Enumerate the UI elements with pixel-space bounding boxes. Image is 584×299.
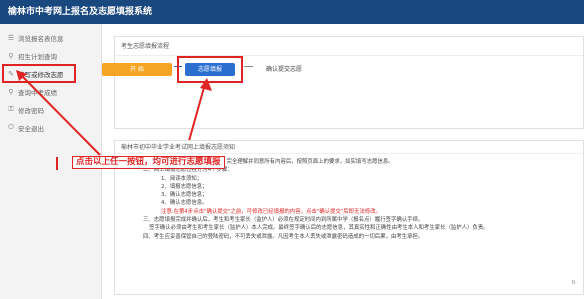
annotation-callout: 点击以上任一按钮，均可进行志愿填报 (72, 156, 225, 169)
notice-line: 四、考生应妥善保管自己的登陆密码，不可丢失或泄露。凡因考生本人丢失或泄露密码造成… (143, 233, 424, 240)
annotation-arrow (184, 78, 212, 156)
callout-marker (56, 157, 58, 170)
notice-line: 1、阅读本须知； (161, 175, 203, 182)
flow-arrow (244, 66, 253, 67)
notice-warning: 注意:在第4步点击"确认提交"之前，可修改已经填报的内容，点击"确认提交"后即无… (161, 208, 382, 215)
notice-line: 三、志愿填报完成并确认后，考生和考生家长（监护人）必须在规定时间内到所属中学（报… (143, 217, 424, 224)
page-marker: B- (571, 280, 577, 286)
notice-line: 3、确认志愿信息； (161, 192, 208, 199)
confirm-submit-step[interactable]: 确认提交志愿 (255, 63, 313, 76)
notice-title: 榆林市初中毕业学业考试网上填报志愿须知 (115, 141, 583, 154)
notice-line: 签字确认必须由考生和考生家长（监护人）本人完成。最终签字确认后的志愿信息，其真实… (149, 225, 489, 232)
notice-line: 2、填报志愿信息； (161, 183, 208, 190)
notice-line: 4、确认志愿信息。 (161, 200, 208, 207)
